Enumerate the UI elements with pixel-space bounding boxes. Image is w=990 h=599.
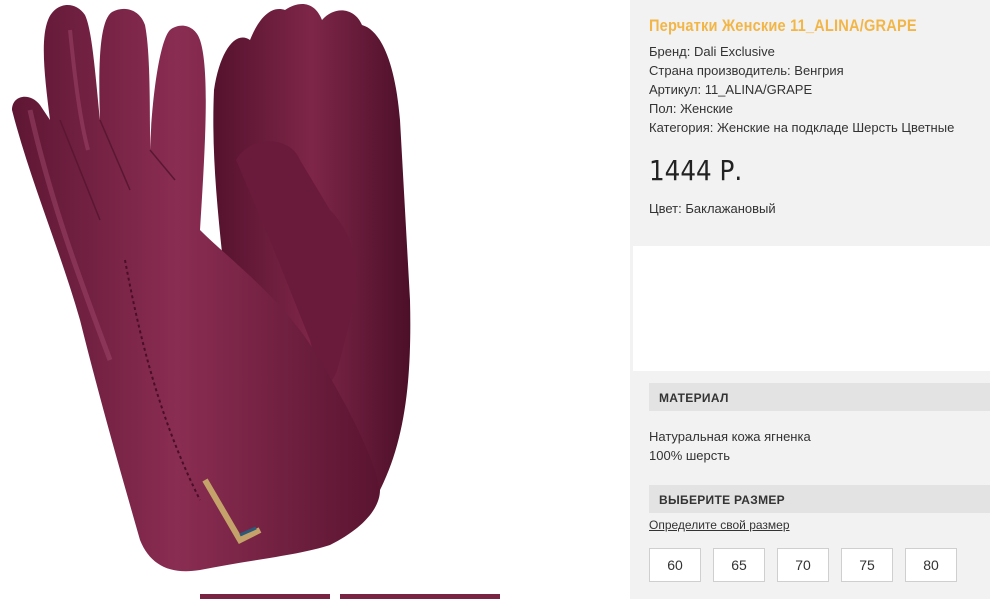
size-header-label: ВЫБЕРИТЕ РАЗМЕР [659,493,785,507]
product-photo[interactable] [0,0,630,595]
material-header-label: МАТЕРИАЛ [659,391,729,405]
property-category: Категория: Женские на подкладе Шерсть Цв… [649,120,955,135]
material-line: Натуральная кожа ягненка [649,429,811,444]
size-option-button[interactable]: 80 [905,548,957,582]
product-properties: Бренд: Dali Exclusive Страна производите… [649,42,954,137]
product-gallery [0,0,630,599]
product-color: Цвет: Баклажановый [649,201,776,216]
blank-content-area [633,246,990,371]
material-line: 100% шерсть [649,448,730,463]
product-price: 1444 Р. [649,154,743,187]
size-section-header[interactable]: ВЫБЕРИТЕ РАЗМЕР [649,485,990,513]
size-guide-link[interactable]: Определите свой размер [649,518,790,532]
product-title: Перчатки Женские 11_ALINA/GRAPE [649,16,917,35]
product-summary: Перчатки Женские 11_ALINA/GRAPE Бренд: D… [630,0,990,244]
material-section-header[interactable]: МАТЕРИАЛ [649,383,990,411]
product-info-panel: Перчатки Женские 11_ALINA/GRAPE Бренд: D… [630,0,990,599]
material-description: Натуральная кожа ягненка 100% шерсть [649,427,811,465]
size-option-button[interactable]: 75 [841,548,893,582]
size-option-button[interactable]: 70 [777,548,829,582]
property-brand: Бренд: Dali Exclusive [649,44,775,59]
gallery-thumbnail[interactable] [200,594,330,599]
property-country: Страна производитель: Венгрия [649,63,844,78]
gallery-thumbnail[interactable] [340,594,500,599]
size-option-button[interactable]: 65 [713,548,765,582]
property-gender: Пол: Женские [649,101,734,116]
size-option-button[interactable]: 60 [649,548,701,582]
property-article: Артикул: 11_ALINA/GRAPE [649,82,813,97]
